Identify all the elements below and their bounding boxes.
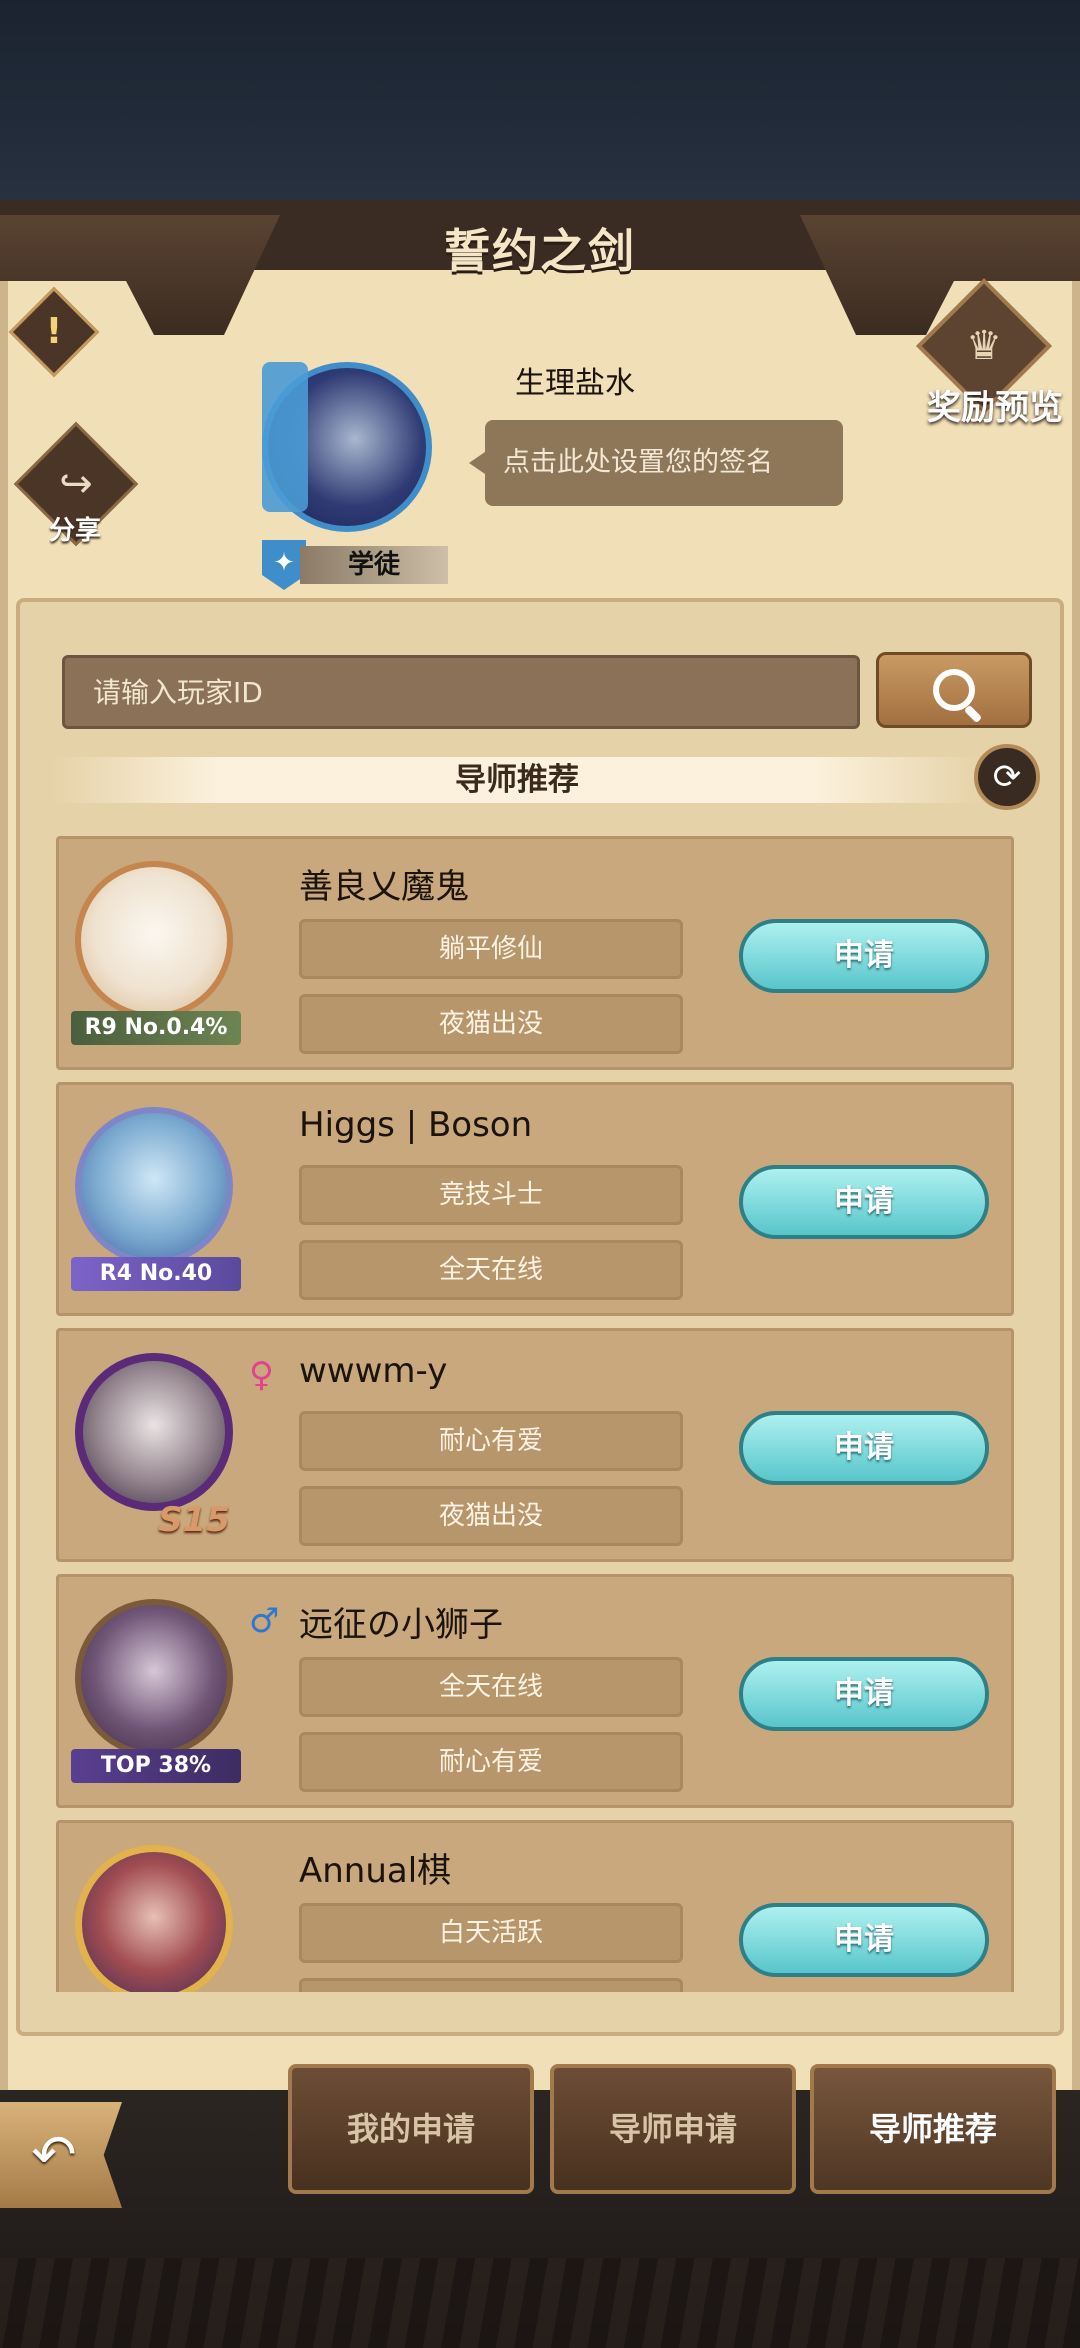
mentor-rank-badge: TOP 38% [71,1749,241,1783]
mentor-tag: 躺平修仙 [299,919,683,979]
mentor-name: wwwm-y [299,1351,448,1391]
apply-button[interactable]: 申请 [739,919,989,993]
mentor-tag: 全天在线 [299,1240,683,1300]
chest-icon: ♛ [966,323,1002,369]
mentor-tag: 夜猫出没 [299,994,683,1054]
apply-button[interactable]: 申请 [739,1165,989,1239]
search-button[interactable] [876,652,1032,728]
mentor-tag: 夜猫出没 [299,1486,683,1546]
apply-button[interactable]: 申请 [739,1657,989,1731]
apply-button[interactable]: 申请 [739,1411,989,1485]
avatar-frame-decoration [262,362,308,512]
mentor-card: Annual棋 白天活跃 申请 [56,1820,1014,1992]
mentor-tag: 耐心有爱 [299,1411,683,1471]
page-title: 誓约之剑 [444,224,636,278]
player-id-search-input[interactable] [62,655,860,729]
male-icon: ♂ [249,1601,280,1641]
share-label[interactable]: 分享 [30,510,120,547]
mentor-tag: 竞技斗士 [299,1165,683,1225]
mentor-rank-badge: R9 No.0.4% [71,1011,241,1045]
mentor-tag: 白天活跃 [299,1903,683,1963]
mentor-name: 远征の小狮子 [299,1605,503,1645]
exclamation-icon: ! [45,311,63,352]
tab-mentor-recommend[interactable]: 导师推荐 [810,2064,1056,2194]
tab-my-applications[interactable]: 我的申请 [288,2064,534,2194]
mentor-list[interactable]: R9 No.0.4% 善良乂魔鬼 躺平修仙 夜猫出没 申请 R4 No.40 H… [56,836,1016,1992]
mentor-rank-badge: R4 No.40 [71,1257,241,1291]
rank-label: 学徒 [300,546,448,584]
top-background [0,0,1080,230]
mentor-tag: 全天在线 [299,1657,683,1717]
mentor-name: 善良乂魔鬼 [299,867,469,907]
mentor-avatar[interactable] [75,861,233,1019]
mentor-tag [299,1978,683,1992]
mentor-card: R4 No.40 Higgs | Boson 竞技斗士 全天在线 申请 [56,1082,1014,1316]
mentor-card: R9 No.0.4% 善良乂魔鬼 躺平修仙 夜猫出没 申请 [56,836,1014,1070]
mentor-tag: 耐心有爱 [299,1732,683,1792]
mentor-card: TOP 38% ♂ 远征の小狮子 全天在线 耐心有爱 申请 [56,1574,1014,1808]
mentor-avatar[interactable] [75,1107,233,1265]
mentor-avatar[interactable] [75,1599,233,1757]
mentor-card: S15 ♀ wwwm-y 耐心有爱 夜猫出没 申请 [56,1328,1014,1562]
mentor-name: Annual棋 [299,1851,452,1891]
section-title: 导师推荐 [50,757,984,803]
signature-bubble[interactable]: 点击此处设置您的签名 [469,420,843,506]
apply-button[interactable]: 申请 [739,1903,989,1977]
reward-preview-label[interactable]: 奖励预览 [920,380,1070,429]
mentor-season-badge: S15 [158,1500,230,1540]
search-icon [933,669,975,711]
refresh-button[interactable]: ⟳ [974,744,1040,810]
mentor-avatar[interactable] [75,1353,233,1511]
mentor-avatar[interactable] [75,1845,233,1992]
username: 生理盐水 [515,366,635,401]
tab-mentor-applications[interactable]: 导师申请 [550,2064,796,2194]
mentor-name: Higgs | Boson [299,1105,533,1145]
back-button[interactable]: ↶ [0,2102,122,2208]
female-icon: ♀ [249,1355,274,1395]
